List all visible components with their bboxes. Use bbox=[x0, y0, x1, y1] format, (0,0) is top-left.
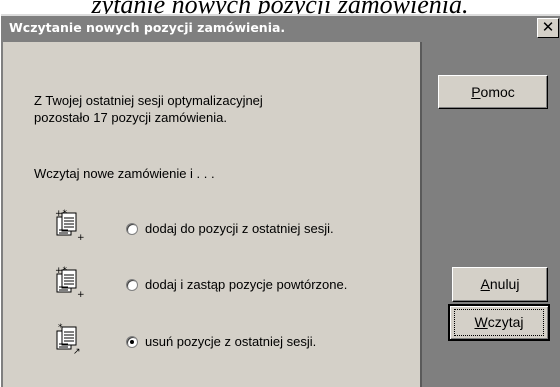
option-add-label[interactable]: dodaj do pozycji z ostatniej sesji. bbox=[145, 221, 334, 236]
option-replace-label[interactable]: dodaj i zastąp pozycje powtórzone. bbox=[145, 277, 347, 292]
content-panel: Z Twojej ostatniej sesji optymalizacyjne… bbox=[3, 42, 422, 387]
session-info: Z Twojej ostatniej sesji optymalizacyjne… bbox=[34, 92, 263, 126]
radio-selected-dot bbox=[130, 340, 134, 344]
remove-document-icon: * ↗ bbox=[56, 323, 81, 356]
cancel-button[interactable]: Anuluj bbox=[452, 267, 548, 302]
dialog-title: Wczytanie nowych pozycji zamówienia. bbox=[9, 20, 286, 35]
close-button[interactable]: ✕ bbox=[537, 18, 559, 38]
option-remove-radio[interactable] bbox=[126, 336, 138, 348]
replace-document-icon: +* + bbox=[55, 266, 85, 298]
svg-text:+: + bbox=[77, 290, 85, 298]
svg-text:↗: ↗ bbox=[73, 347, 81, 356]
option-remove-label[interactable]: usuń pozycje z ostatniej sesji. bbox=[145, 334, 316, 349]
focus-rectangle bbox=[454, 309, 544, 336]
load-prompt: Wczytaj nowe zamówienie i . . . bbox=[34, 166, 215, 181]
option-add-radio[interactable] bbox=[126, 223, 138, 235]
help-button[interactable]: Pomoc bbox=[438, 75, 548, 109]
session-info-line2: pozostało 17 pozycji zamówienia. bbox=[34, 110, 227, 125]
session-info-line1: Z Twojej ostatniej sesji optymalizacyjne… bbox=[34, 93, 263, 108]
svg-text:+: + bbox=[77, 233, 85, 241]
load-order-dialog: Wczytanie nowych pozycji zamówienia. ✕ Z… bbox=[0, 14, 560, 387]
title-bar[interactable]: Wczytanie nowych pozycji zamówienia. ✕ bbox=[1, 14, 560, 40]
close-icon: ✕ bbox=[541, 19, 555, 36]
load-button[interactable]: Wczytaj bbox=[448, 304, 550, 341]
option-replace-radio[interactable] bbox=[126, 279, 138, 291]
add-document-icon: +* + bbox=[55, 209, 85, 241]
